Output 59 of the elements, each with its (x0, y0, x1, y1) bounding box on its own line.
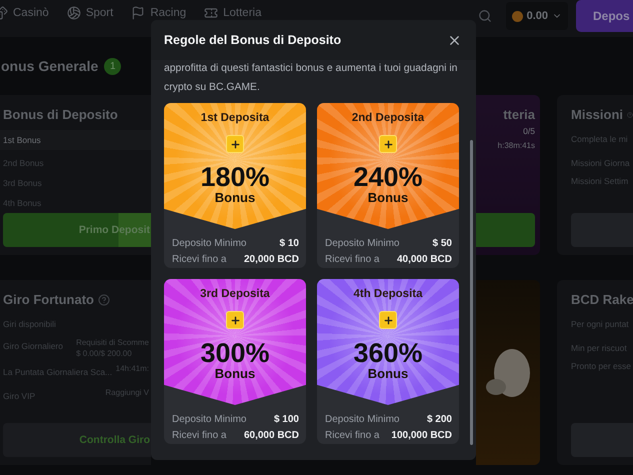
nav-link[interactable]: Lotteria (204, 6, 262, 20)
bonus-percent: 240% (353, 163, 423, 191)
tier-title: 1st Deposita (200, 112, 270, 124)
nav-link[interactable]: Racing (131, 6, 186, 20)
balance-selector[interactable]: 0.00 (506, 2, 568, 30)
card-title: Bonus di Deposito (3, 107, 119, 122)
scrollbar[interactable] (470, 140, 473, 445)
plus-icon (226, 311, 244, 329)
bonus-label: Bonus (368, 367, 408, 381)
min-deposit-label: Deposito Minimo (172, 414, 246, 424)
intro-text: approfitta di questi fantastici bonus e aumenta i tuoi guadagni in crypto su BC.GAME. (164, 62, 458, 95)
max-reward-label: Ricevi fino a (325, 254, 380, 264)
min-deposit-value: $ 10 (280, 238, 299, 248)
ticket-icon (204, 6, 218, 20)
max-reward-value: 40,000 BCD (396, 254, 452, 264)
card-title: Giro Fortunato (3, 292, 94, 307)
nav-link[interactable]: Casinò (0, 6, 49, 20)
bonus-label: Bonus (214, 191, 256, 205)
max-reward-value: 100,000 BCD (391, 430, 452, 440)
lottery-button[interactable] (476, 213, 535, 247)
countdown-timer: h:38m:41s (498, 140, 535, 151)
max-reward-value: 20,000 BCD (244, 254, 299, 264)
min-deposit-label: Deposito Minimo (325, 238, 400, 248)
tier-title: 2nd Deposita (352, 112, 424, 124)
max-reward-label: Ricevi fino a (325, 430, 380, 440)
plus-icon (379, 135, 397, 153)
coin-icon (512, 10, 523, 22)
min-deposit-value: $ 100 (274, 414, 299, 424)
plus-icon (226, 135, 244, 153)
max-reward-value: 60,000 BCD (244, 430, 299, 440)
tier-title: 4th Deposita (353, 288, 422, 300)
bonus-percent: 360% (353, 339, 423, 367)
deposit-button[interactable]: Depos (576, 0, 633, 32)
flag-icon (131, 6, 146, 20)
section-title: onus Generale (1, 58, 98, 74)
help-icon[interactable] (98, 294, 110, 306)
bonus-tier-tab[interactable]: 1st Bonus (0, 130, 151, 150)
bonus-percent: 180% (200, 163, 270, 191)
min-deposit-label: Deposito Minimo (325, 414, 400, 424)
tier-title: 3rd Deposita (200, 288, 270, 300)
plus-icon (379, 311, 397, 329)
min-deposit-value: $ 200 (426, 414, 452, 424)
min-deposit-label: Deposito Minimo (172, 238, 246, 248)
max-reward-label: Ricevi fino a (172, 430, 226, 440)
check-spin-button[interactable]: Controlla Giro (3, 423, 151, 457)
bonus-label: Bonus (214, 367, 256, 381)
bonus-percent: 300% (200, 339, 270, 367)
ticket-count: 0/5 (523, 125, 535, 138)
bonus-label: Bonus (368, 191, 408, 205)
ball-icon (66, 6, 81, 20)
min-deposit-value: $ 50 (432, 238, 452, 248)
nav-link[interactable]: Sport (66, 6, 114, 20)
first-deposit-button[interactable]: Primo Deposit (3, 213, 151, 247)
card-title: Missioni (571, 107, 624, 122)
count-badge: 1 (104, 58, 122, 74)
search-icon[interactable] (478, 9, 492, 23)
card-title: tteria (503, 107, 535, 122)
dialog-title: Regole del Bonus di Deposito (164, 33, 342, 47)
max-reward-label: Ricevi fino a (172, 254, 226, 264)
